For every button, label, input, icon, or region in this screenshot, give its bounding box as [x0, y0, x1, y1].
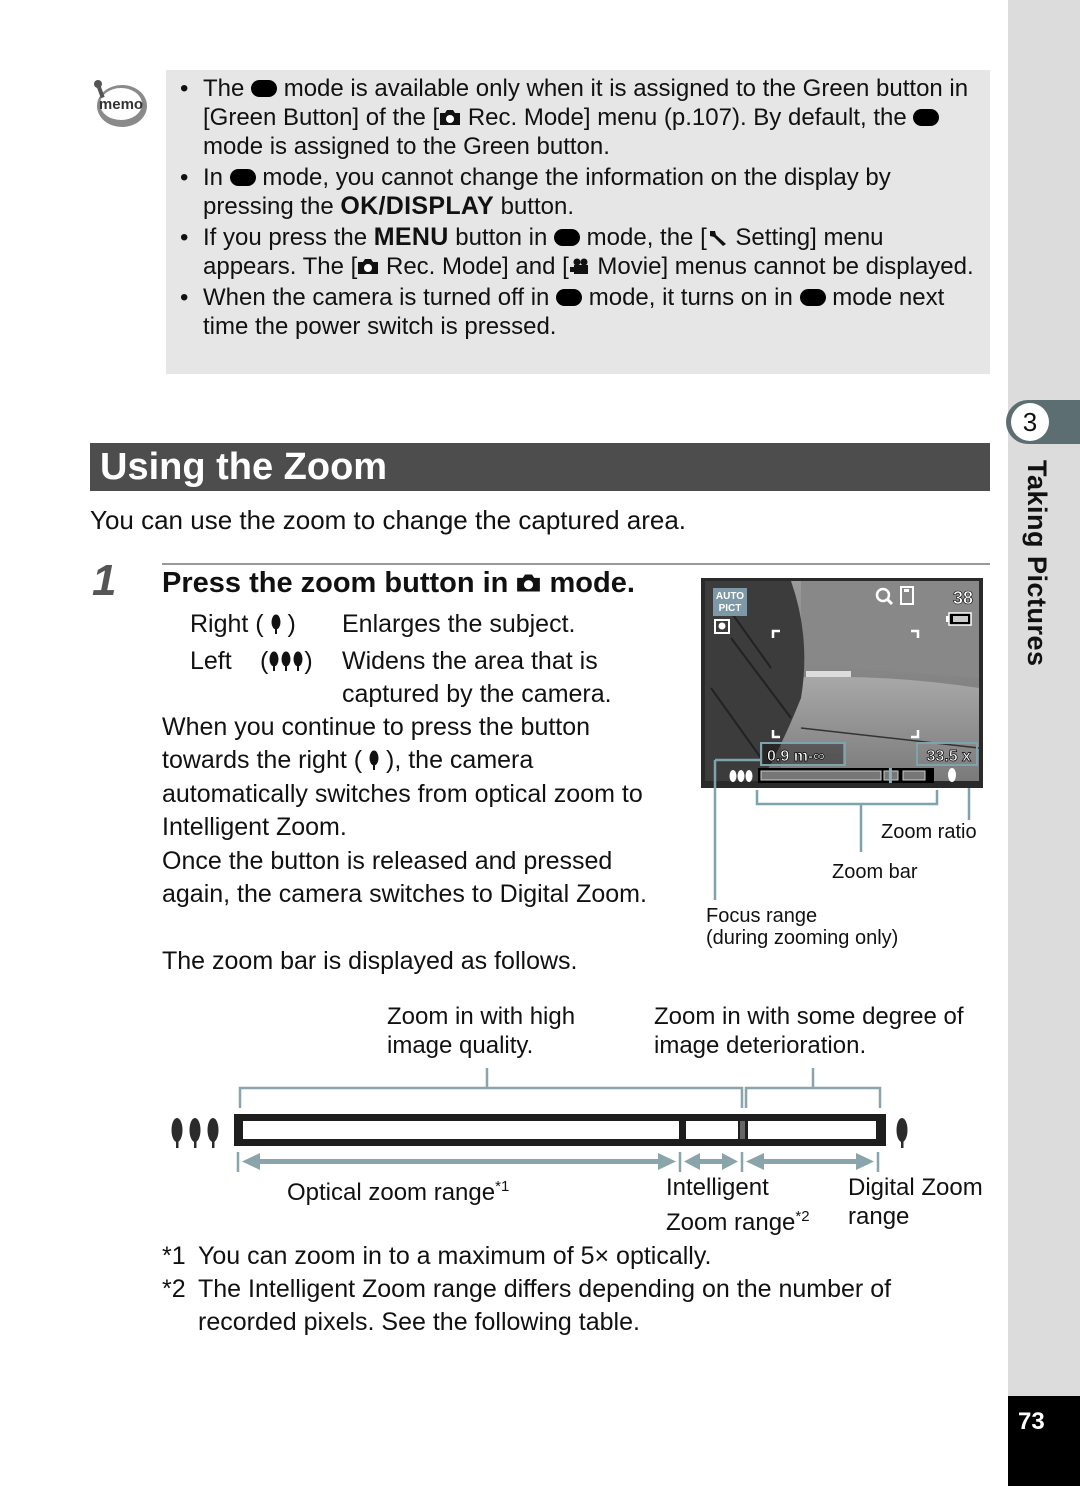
optical-zoom-segment: [243, 1121, 679, 1139]
wide-trees-icon: [269, 651, 303, 671]
bullet: •: [180, 164, 189, 191]
movie-icon: [569, 258, 588, 274]
high-quality-label-1: Zoom in with high: [387, 1003, 576, 1030]
footnote-1: *1 You can zoom in to a maximum of 5× op…: [162, 1240, 992, 1273]
right-label-text: Right (: [190, 610, 264, 638]
memo-item: • The mode is available only when it is a…: [180, 75, 969, 160]
zoom-ratio-callout: Zoom ratio: [881, 821, 977, 843]
zoom-left-label: Left: [190, 647, 232, 675]
tele-tree-icon: [896, 1118, 908, 1148]
wrench-icon: [709, 231, 726, 246]
zoom-bar-diagram: [171, 1068, 908, 1172]
optical-label-text: Optical zoom range: [287, 1179, 496, 1206]
para2-line2: again, the camera switches to Digital Zo…: [162, 880, 647, 908]
pict-badge-text: PICT: [719, 603, 742, 614]
footnotes: *1 You can zoom in to a maximum of 5× op…: [162, 1240, 992, 1339]
digital-zoom-segment: [748, 1121, 876, 1139]
green-mode-icon: [913, 109, 940, 126]
deterioration-label-1: Zoom in with some degree of: [654, 1003, 964, 1030]
tele-tree-icon: [369, 750, 379, 770]
green-mode-icon: [251, 80, 278, 97]
para1-line2: towards the right ( ), the camera: [162, 744, 533, 777]
chapter-number: 3: [1011, 403, 1049, 441]
zoom-left-symbol: (): [260, 645, 313, 678]
intelligent-zoom-label-1: Intelligent: [666, 1174, 769, 1201]
step-divider: [162, 563, 990, 565]
high-quality-bracket: [238, 1086, 744, 1108]
memo-icon: memo: [90, 78, 150, 130]
para1-line1: When you continue to press the button: [162, 713, 591, 741]
step-title-start: Press the zoom button in: [162, 567, 517, 599]
wide-trees-icon: [171, 1118, 219, 1148]
memo-icon-label: memo: [99, 96, 143, 113]
camera-icon: [358, 259, 379, 274]
shots-remaining: 38: [953, 588, 973, 608]
memo-list: • The mode is available only when it is a…: [180, 74, 980, 343]
deterioration-bracket: [744, 1086, 882, 1108]
zoom-right-label: Right ( ): [190, 608, 296, 641]
green-mode-icon: [799, 289, 826, 306]
section-intro: You can use the zoom to change the captu…: [90, 505, 687, 535]
para3: The zoom bar is displayed as follows.: [162, 947, 578, 975]
camera-icon: [440, 110, 461, 125]
para1-line2a: towards the right (: [162, 746, 363, 774]
para1-line3: automatically switches from optical zoom…: [162, 780, 643, 808]
zoom-boundary-marker: [740, 1121, 745, 1139]
left-open: (: [260, 647, 269, 675]
para1-line2b: ), the camera: [386, 746, 534, 774]
bullet: •: [180, 224, 189, 251]
zoom-right-desc: Enlarges the subject.: [342, 610, 576, 638]
memo-item: • If you press the MENU button in mode, t…: [180, 223, 974, 280]
zoom-bar-callout: Zoom bar: [832, 861, 918, 883]
focus-range-callout-1: Focus range: [706, 905, 818, 927]
button-name: OK/DISPLAY: [340, 192, 494, 220]
page-number: 73: [1018, 1408, 1045, 1435]
optical-zoom-range-label: Optical zoom range*1: [287, 1172, 509, 1207]
zoom-left-desc-1: Widens the area that is: [342, 647, 598, 675]
step-title-end: mode.: [541, 567, 635, 599]
para1-line4: Intelligent Zoom.: [162, 813, 347, 841]
para2-line1: Once the button is released and pressed: [162, 847, 613, 875]
intelligent-zoom-segment: [686, 1121, 738, 1139]
green-mode-icon: [556, 289, 583, 306]
digital-zoom-label-1: Digital Zoom: [848, 1174, 983, 1201]
intelligent-range-arrow: [684, 1153, 738, 1170]
brackets: [238, 1068, 882, 1108]
footnote-2-mark: *2: [162, 1275, 186, 1303]
button-name: MENU: [373, 223, 449, 251]
memo-item: • When the camera is turned off in mode, …: [180, 284, 945, 340]
memo-item: • In mode, you cannot change the informat…: [180, 164, 891, 220]
footnote-2-text: The Intelligent Zoom range differs depen…: [198, 1275, 892, 1336]
bullet: •: [180, 284, 189, 311]
bullet: •: [180, 75, 189, 102]
high-quality-label-2: image quality.: [387, 1032, 534, 1059]
chapter-sidebar: [1008, 0, 1080, 1486]
optical-footnote-mark: *1: [495, 1178, 510, 1195]
zoom-left-desc-2: captured by the camera.: [342, 680, 612, 708]
digital-range-arrow: [746, 1153, 874, 1170]
step-number: 1: [92, 556, 117, 605]
camera-icon: [517, 574, 541, 592]
optical-range-arrow: [242, 1153, 676, 1170]
tele-tree-icon: [271, 614, 281, 634]
left-close: ): [304, 647, 313, 675]
footnote-1-text: You can zoom in to a maximum of 5× optic…: [198, 1242, 712, 1270]
section-title: Using the Zoom: [100, 446, 388, 488]
deterioration-label-2: image deterioration.: [654, 1032, 867, 1059]
focus-range-callout-2: (during zooming only): [706, 927, 899, 949]
chapter-title: Taking Pictures: [1022, 460, 1052, 667]
intelligent-zoom-label-2: Zoom range*2: [666, 1202, 810, 1237]
right-label-close: ): [287, 610, 296, 638]
battery-icon: [946, 612, 972, 626]
footnote-1-mark: *1: [162, 1242, 186, 1270]
auto-badge-text: AUTO: [716, 591, 744, 602]
footnote-2: *2 The Intelligent Zoom range differs de…: [162, 1273, 988, 1339]
intelligent-footnote-mark: *2: [795, 1208, 810, 1225]
digital-zoom-label-2: range: [848, 1203, 910, 1230]
intelligent-label-text: Zoom range: [666, 1209, 796, 1236]
step-title: Press the zoom button in mode.: [162, 567, 635, 600]
green-mode-icon: [554, 229, 580, 246]
green-mode-icon: [229, 169, 256, 186]
